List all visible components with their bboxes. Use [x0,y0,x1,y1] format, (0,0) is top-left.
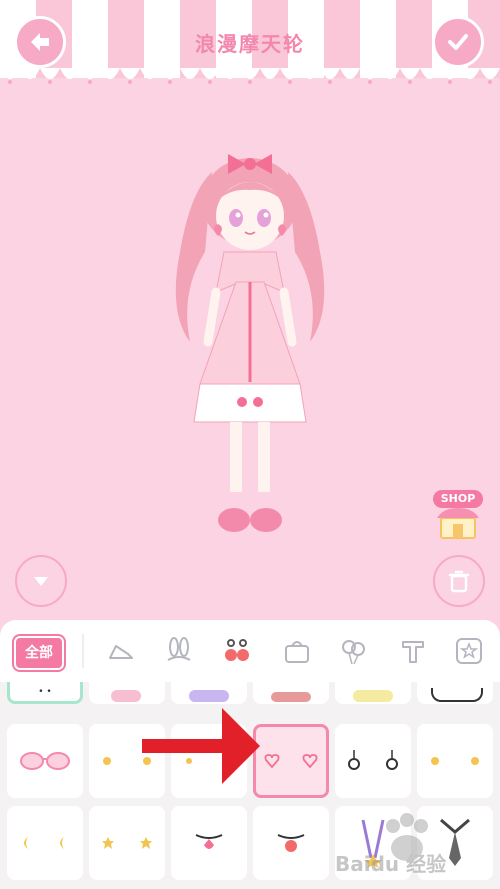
awning-scallop-edge [0,68,500,84]
shop-button[interactable]: SHOP [433,490,483,540]
item-cell[interactable] [7,724,83,798]
tab-headwear[interactable] [162,634,196,668]
stud-earring-icon [431,757,479,765]
checkmark-icon [448,34,468,50]
item-cell-selected[interactable] [253,724,329,798]
arrow-left-icon [31,33,49,51]
bag-icon [285,641,309,663]
item-cell[interactable] [253,806,329,880]
delete-button[interactable] [433,555,485,607]
watermark: Baidu 经验 [335,812,495,882]
moon-earring-icon [24,837,64,849]
tab-stickers[interactable] [452,634,486,668]
item-cell[interactable] [417,682,493,704]
balloon-icon [342,640,365,665]
tab-all[interactable]: 全部 [14,636,64,670]
item-cell[interactable] [171,806,247,880]
confirm-button[interactable] [432,16,484,68]
tab-balloons[interactable] [336,634,370,668]
tab-text[interactable] [396,634,430,668]
choker-icon [195,834,223,849]
pendant-icon [277,834,305,852]
tab-earrings[interactable] [220,634,254,668]
item-cell[interactable] [7,806,83,880]
item-cell[interactable] [171,682,247,704]
item-cell[interactable] [89,682,165,704]
item-cell[interactable] [335,724,411,798]
earring-icon [225,639,249,661]
star-icon [456,638,482,664]
trash-icon [448,570,470,593]
item-cell[interactable]: • • [7,682,83,704]
tab-bags[interactable] [280,634,314,668]
watermark-text: Baidu 经验 [335,852,447,876]
heart-earring-icon [264,754,318,769]
drop-earring-icon [348,750,398,770]
tab-divider [82,634,84,668]
item-cell[interactable] [335,682,411,704]
glasses-icon [20,752,70,770]
shoe-icon [109,645,133,659]
item-cell[interactable] [417,724,493,798]
star-earring-icon [102,837,152,849]
item-cell[interactable] [89,806,165,880]
item-cell[interactable] [253,682,329,704]
red-arrow-annotation [142,708,260,784]
text-icon [402,641,424,663]
character-avatar [175,154,325,532]
back-button[interactable] [14,16,66,68]
bunny-ears-icon [167,637,191,661]
chevron-down-icon [34,577,48,586]
tab-shoes[interactable] [104,634,138,668]
category-tab-bar: 全部 [0,620,500,684]
collapse-button[interactable] [15,555,67,607]
store-icon [437,508,479,539]
page-title: 浪漫摩天轮 [195,32,305,56]
